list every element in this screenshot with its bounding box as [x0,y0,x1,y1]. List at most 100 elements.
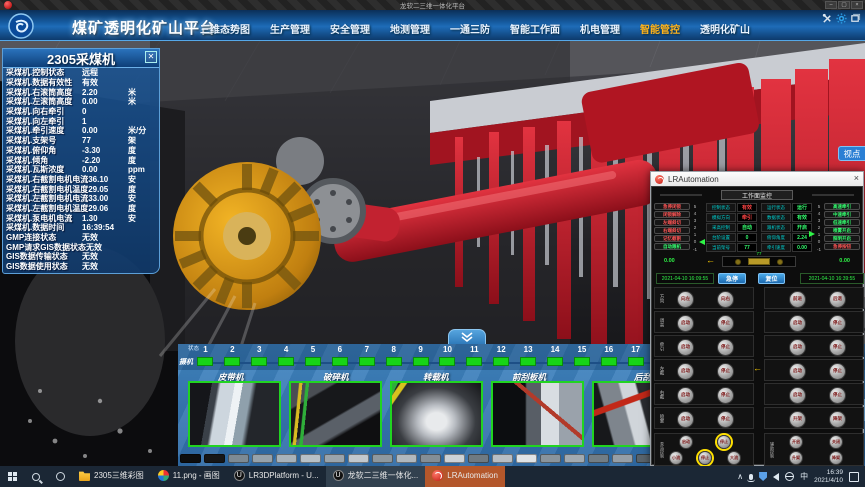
camera-status-indicator[interactable] [386,357,402,366]
round-button[interactable]: 大流 [727,451,741,465]
round-button[interactable]: 启动 [679,435,693,449]
taskbar-item[interactable]: LRAutomation [425,466,505,487]
round-button[interactable]: 启动 [789,363,806,380]
function-button[interactable]: 左端斜切 [654,219,690,226]
taskbar-item[interactable]: LR3DPlatform - U... [227,466,326,487]
camera-status-indicator[interactable] [439,357,455,366]
camera-status-indicator[interactable] [251,357,267,366]
round-button[interactable]: 向左 [677,291,694,308]
camera-status-indicator[interactable] [224,357,240,366]
round-button[interactable]: 启动 [677,387,694,404]
gear-icon[interactable] [836,13,847,24]
function-button[interactable]: 喷雾开启 [824,227,860,234]
filmstrip-thumbnail[interactable] [300,454,321,463]
taskbar-item[interactable]: 龙软二三维一体化... [326,466,426,487]
network-icon[interactable] [785,472,794,481]
round-button[interactable]: 停止 [717,387,734,404]
round-button[interactable]: 前进 [789,291,806,308]
camera-status-indicator[interactable] [332,357,348,366]
round-button[interactable]: 停止 [717,339,734,356]
round-button[interactable]: 升架 [789,451,803,465]
function-button[interactable]: 急停闭锁 [654,203,690,210]
round-button[interactable]: 开启 [789,435,803,449]
camera-status-indicator[interactable] [197,357,213,366]
menu-item[interactable]: 智能管控 [640,21,680,36]
filmstrip-thumbnail[interactable] [372,454,393,463]
filmstrip-thumbnail[interactable] [468,454,489,463]
defender-icon[interactable] [759,472,767,481]
camera-thumbnail[interactable] [289,381,382,447]
menu-item[interactable]: 一通三防 [450,21,490,36]
filmstrip-thumbnail[interactable] [420,454,441,463]
camera-status-indicator[interactable] [628,357,644,366]
round-button[interactable]: 启动 [789,315,806,332]
filmstrip-thumbnail[interactable] [444,454,465,463]
lrautomation-titlebar[interactable]: LRAutomation × [651,172,863,186]
round-button[interactable]: 关闭 [829,435,843,449]
reset-button[interactable]: 复位 [758,273,785,284]
notification-center-icon[interactable] [849,472,859,482]
function-button[interactable]: 记忆截割 [654,235,690,242]
round-button[interactable]: 停止 [698,451,712,465]
tools-icon[interactable] [822,13,833,24]
camera-status-indicator[interactable] [574,357,590,366]
restore-window-icon[interactable] [850,13,861,24]
filmstrip-thumbnail[interactable] [276,454,297,463]
camera-status-indicator[interactable] [413,357,429,366]
clock[interactable]: 16:39 2021/4/10 [814,469,843,484]
menu-item[interactable]: 智能工作面 [510,21,560,36]
function-button[interactable]: 照明开启 [824,235,860,242]
round-button[interactable]: 停止 [829,387,846,404]
camera-status-indicator[interactable] [493,357,509,366]
function-button[interactable]: 自动跟机 [654,243,690,250]
function-button[interactable]: 低速牵引 [824,219,860,226]
tray-expand-icon[interactable]: ∧ [737,472,743,481]
round-button[interactable]: 启动 [677,315,694,332]
search-icon[interactable] [24,466,48,487]
taskbar-item[interactable]: 2305三维彩图 [72,466,151,487]
camera-thumbnail[interactable] [188,381,281,447]
collapse-strip-tab[interactable] [448,329,486,345]
menu-item[interactable]: 安全管理 [330,21,370,36]
camera-status-indicator[interactable] [547,357,563,366]
round-button[interactable]: 后退 [829,291,846,308]
filmstrip-thumbnail[interactable] [540,454,561,463]
camera-thumbnail[interactable] [390,381,483,447]
filmstrip-thumbnail[interactable] [252,454,273,463]
function-button[interactable]: 闭锁解除 [654,211,690,218]
taskview-icon[interactable] [48,466,72,487]
round-button[interactable]: 停止 [717,411,734,428]
ime-indicator[interactable]: 中 [800,471,808,482]
filmstrip-thumbnail[interactable] [492,454,513,463]
shearer-position-slider[interactable]: 77 [722,256,796,267]
round-button[interactable]: 启动 [677,363,694,380]
workface-monitor-tab[interactable]: 工作面监控 [721,190,793,200]
round-button[interactable]: 启动 [677,339,694,356]
function-button[interactable]: 急停按钮 [824,243,860,250]
filmstrip-thumbnail[interactable] [396,454,417,463]
round-button[interactable]: 停止 [717,315,734,332]
camera-status-indicator[interactable] [520,357,536,366]
slider-knob[interactable] [748,258,770,265]
round-button[interactable]: 降架 [829,411,846,428]
function-button[interactable]: 高速牵引 [824,203,860,210]
round-button[interactable]: 降架 [829,451,843,465]
viewpoint-tab[interactable]: 视点 [838,146,865,161]
menu-item[interactable]: 透明化矿山 [700,21,750,36]
start-button[interactable] [0,466,24,487]
maximize-button[interactable]: ▢ [838,1,850,9]
function-button[interactable]: 右端斜切 [654,227,690,234]
filmstrip-thumbnail[interactable] [516,454,537,463]
round-button[interactable]: 启动 [789,339,806,356]
camera-status-indicator[interactable] [278,357,294,366]
round-button[interactable]: 停止 [717,363,734,380]
round-button[interactable]: 启动 [789,387,806,404]
round-button[interactable]: 向右 [717,291,734,308]
camera-thumbnail[interactable] [491,381,584,447]
microphone-icon[interactable] [749,474,753,480]
round-button[interactable]: 停止 [829,363,846,380]
round-button[interactable]: 停止 [717,435,731,449]
minimize-button[interactable]: – [825,1,837,9]
filmstrip-thumbnail[interactable] [588,454,609,463]
round-button[interactable]: 停止 [829,315,846,332]
